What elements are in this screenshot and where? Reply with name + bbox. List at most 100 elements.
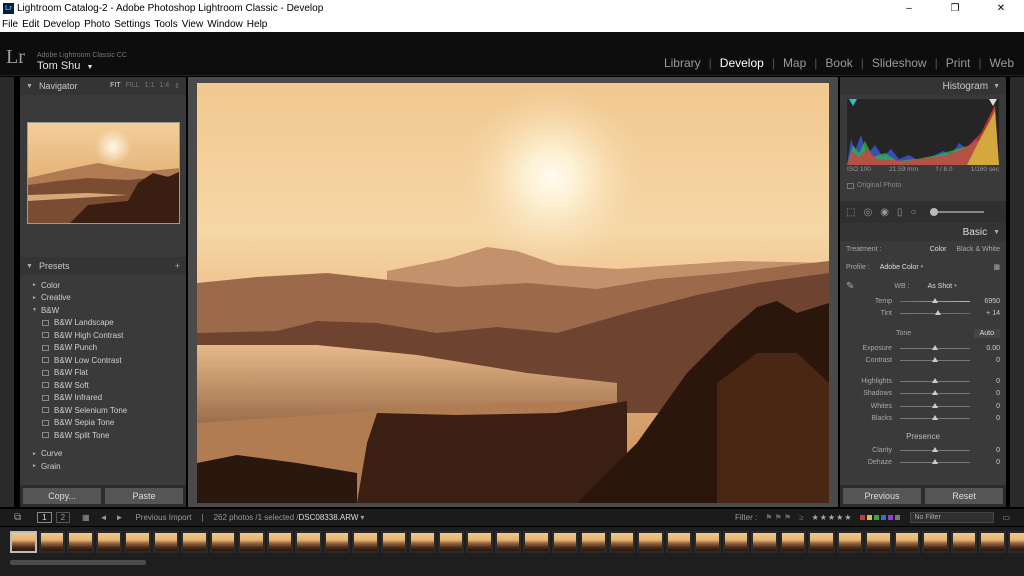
yellow-label-icon[interactable] (867, 515, 873, 520)
forward-arrow-icon[interactable]: ► (116, 513, 124, 522)
contrast-value[interactable]: 0 (974, 357, 1000, 364)
highlights-slider[interactable] (900, 377, 970, 383)
radial-filter-icon[interactable]: ○ (910, 207, 916, 218)
shadows-slider[interactable] (900, 390, 970, 396)
crop-tool-icon[interactable]: ⬚ (846, 207, 855, 218)
filmstrip-thumbnail[interactable] (266, 531, 293, 553)
filmstrip-thumbnail[interactable] (922, 531, 949, 553)
preset-item[interactable]: B&W Sepia Tone (20, 417, 186, 430)
preset-item[interactable]: B&W Split Tone (20, 429, 186, 442)
filmstrip-thumbnail[interactable] (979, 531, 1006, 553)
zoom-1-4[interactable]: 1:4 (159, 82, 169, 90)
profile-browser-icon[interactable]: ▦ (993, 263, 1000, 271)
filmstrip-thumbnail[interactable] (152, 531, 179, 553)
filmstrip-thumbnail[interactable] (779, 531, 806, 553)
whites-slider[interactable] (900, 402, 970, 408)
filmstrip-thumbnail[interactable] (1007, 531, 1024, 553)
rating-comparator[interactable]: ≥ (799, 513, 803, 522)
close-button[interactable]: ✕ (978, 0, 1024, 17)
temp-slider[interactable] (900, 297, 970, 303)
red-eye-icon[interactable]: ◉ (880, 207, 889, 218)
red-label-icon[interactable] (860, 515, 866, 520)
histogram-graph[interactable] (847, 99, 999, 165)
navigator-preview[interactable] (27, 122, 180, 224)
highlights-value[interactable]: 0 (974, 378, 1000, 385)
right-panel-collapse-edge[interactable] (1010, 77, 1024, 507)
navigator-header[interactable]: ▼ Navigator FIT FILL 1:1 1:4 ⇕ (20, 77, 186, 95)
basic-header[interactable]: Basic ▼ (840, 223, 1006, 241)
shadows-slider-row[interactable]: Shadows 0 (840, 388, 1006, 401)
filmstrip-thumbnail[interactable] (694, 531, 721, 553)
filmstrip-thumbnail[interactable] (209, 531, 236, 553)
left-panel-collapse-edge[interactable] (0, 77, 14, 507)
wb-dropdown-caret[interactable]: ▾ (954, 283, 957, 289)
preset-folder-grain[interactable]: ► Grain (20, 460, 186, 473)
filmstrip-thumbnail[interactable] (722, 531, 749, 553)
preset-item[interactable]: B&W Landscape (20, 317, 186, 330)
maximize-button[interactable]: ❐ (932, 0, 978, 17)
dehaze-slider[interactable] (900, 459, 970, 465)
slider-thumb[interactable] (932, 357, 938, 363)
contrast-slider-row[interactable]: Contrast 0 (840, 355, 1006, 368)
menu-help[interactable]: Help (247, 19, 268, 30)
view-main-button[interactable]: 1 (37, 512, 52, 523)
clarity-slider[interactable] (900, 446, 970, 452)
reset-button[interactable]: Reset (925, 488, 1003, 504)
contrast-slider[interactable] (900, 357, 970, 363)
slider-thumb[interactable] (932, 415, 938, 421)
tint-value[interactable]: + 14 (974, 310, 1000, 317)
identity-user[interactable]: Tom Shu ▼ (37, 60, 93, 72)
filmstrip-thumbnail[interactable] (352, 531, 379, 553)
filmstrip-thumbnail[interactable] (38, 531, 65, 553)
add-preset-icon[interactable]: + (175, 261, 180, 271)
tab-map[interactable]: Map (783, 56, 806, 70)
zoom-1-1[interactable]: 1:1 (145, 82, 155, 90)
filmstrip-thumbnail[interactable] (836, 531, 863, 553)
gray-label-icon[interactable] (895, 515, 901, 520)
auto-tone-button[interactable]: Auto (973, 328, 1000, 338)
color-label-filter[interactable] (860, 513, 902, 522)
whites-value[interactable]: 0 (974, 403, 1000, 410)
filmstrip-thumbnail[interactable] (67, 531, 94, 553)
secondary-display-icon[interactable]: ⧉ (14, 512, 21, 523)
filmstrip-thumbnail[interactable] (494, 531, 521, 553)
filmstrip-thumbnail[interactable] (238, 531, 265, 553)
presets-header[interactable]: ▼ Presets + (20, 257, 186, 275)
green-label-icon[interactable] (874, 515, 880, 520)
filmstrip-thumbnail[interactable] (466, 531, 493, 553)
menu-window[interactable]: Window (207, 19, 243, 30)
temp-value[interactable]: 6950 (974, 298, 1000, 305)
treatment-bw[interactable]: Black & White (956, 246, 1000, 253)
profile-dropdown-caret[interactable]: ▾ (921, 264, 924, 270)
preset-folder-bw[interactable]: ▼ B&W (20, 304, 186, 317)
filmstrip-toggle-icon[interactable]: ▭ (1002, 513, 1010, 522)
menu-settings[interactable]: Settings (114, 19, 150, 30)
filmstrip-thumbnail[interactable] (580, 531, 607, 553)
source-label[interactable]: Previous Import (135, 513, 191, 522)
preset-item[interactable]: B&W Selenium Tone (20, 404, 186, 417)
shadows-value[interactable]: 0 (974, 390, 1000, 397)
adjustment-brush-slider[interactable] (930, 208, 985, 216)
tab-print[interactable]: Print (946, 56, 971, 70)
preset-item[interactable]: B&W Low Contrast (20, 354, 186, 367)
clarity-slider-row[interactable]: Clarity 0 (840, 444, 1006, 457)
tab-book[interactable]: Book (825, 56, 852, 70)
selected-filename[interactable]: DSC08338.ARW (299, 513, 359, 522)
tab-library[interactable]: Library (664, 56, 701, 70)
blue-label-icon[interactable] (881, 515, 887, 520)
filmstrip-thumbnail[interactable] (808, 531, 835, 553)
slider-thumb[interactable] (932, 390, 938, 396)
slider-thumb[interactable] (932, 344, 938, 350)
star-rating-filter[interactable]: ★★★★★ (812, 513, 853, 522)
filmstrip-thumbnail[interactable] (637, 531, 664, 553)
tint-slider[interactable] (900, 310, 970, 316)
filmstrip-thumbnail[interactable] (608, 531, 635, 553)
filmstrip-thumbnail[interactable] (437, 531, 464, 553)
filmstrip-thumbnail[interactable] (181, 531, 208, 553)
clarity-value[interactable]: 0 (974, 447, 1000, 454)
treatment-color[interactable]: Color (930, 246, 947, 253)
preset-item[interactable]: B&W High Contrast (20, 329, 186, 342)
filmstrip-thumbnail[interactable] (323, 531, 350, 553)
preset-folder-curve[interactable]: ► Curve (20, 448, 186, 461)
blacks-slider[interactable] (900, 415, 970, 421)
